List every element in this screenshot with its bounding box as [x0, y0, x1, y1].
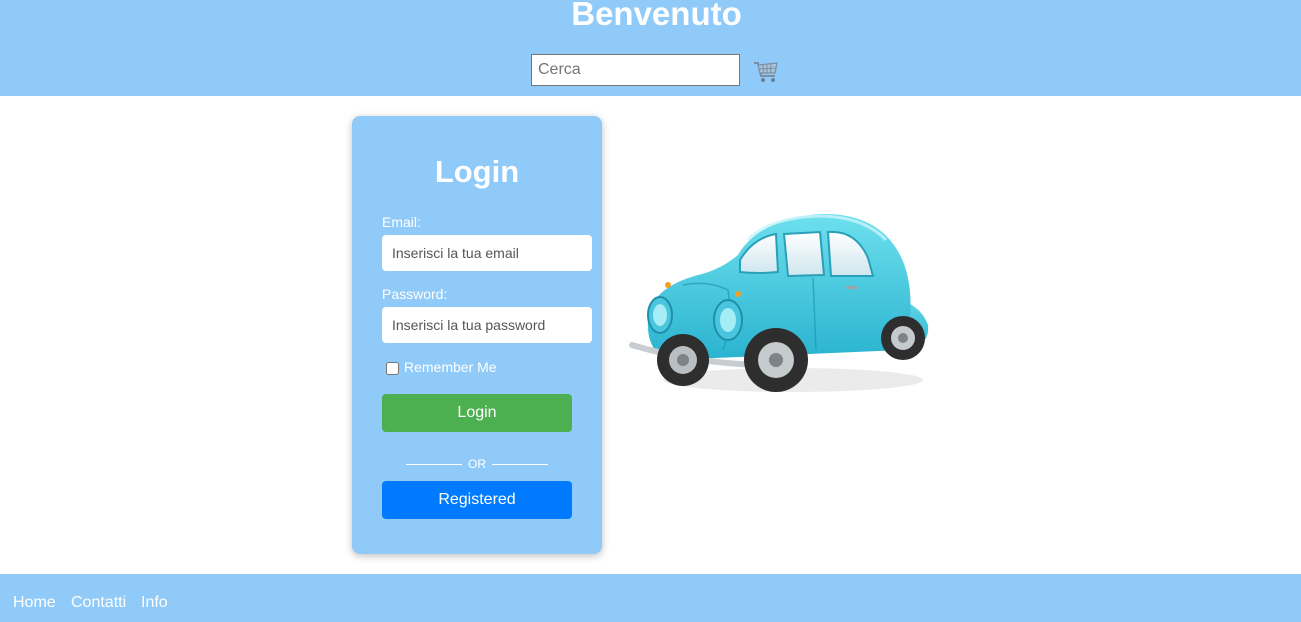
login-title: Login — [434, 154, 520, 189]
divider-line — [406, 463, 462, 465]
or-text: OR — [468, 457, 486, 471]
password-field[interactable] — [382, 307, 592, 343]
divider-line — [492, 463, 548, 465]
car-image — [629, 213, 929, 392]
remember-me-checkbox[interactable] — [386, 362, 399, 375]
footer-link-contatti[interactable]: Contatti — [71, 594, 126, 612]
login-button[interactable]: Login — [382, 394, 572, 432]
shopping-cart-icon[interactable] — [752, 57, 780, 85]
register-button[interactable]: Registered — [382, 481, 572, 519]
search-input[interactable] — [531, 54, 740, 86]
or-divider: OR — [406, 456, 548, 472]
page-title: Benvenuto — [571, 0, 742, 32]
footer-link-info[interactable]: Info — [141, 594, 168, 612]
password-label: Password: — [382, 286, 448, 302]
footer: Home Contatti Info — [0, 574, 1301, 622]
remember-me-row: Remember Me — [386, 358, 497, 375]
email-field[interactable] — [382, 235, 592, 271]
remember-me-label: Remember Me — [404, 358, 497, 375]
footer-link-home[interactable]: Home — [13, 594, 56, 612]
header: Benvenuto — [0, 0, 1301, 96]
email-label: Email: — [382, 214, 421, 230]
